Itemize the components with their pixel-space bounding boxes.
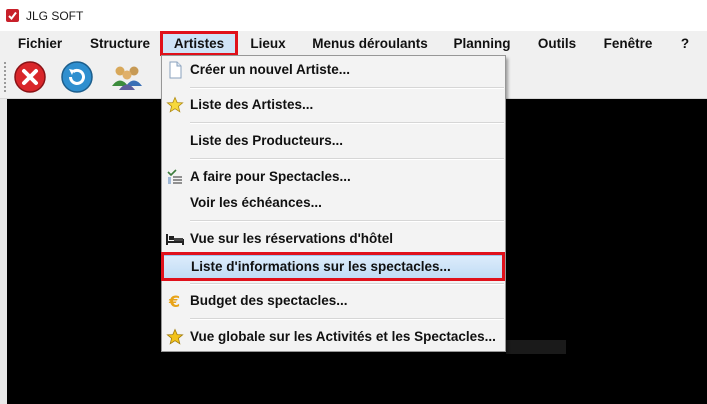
menu-fenetre[interactable]: Fenêtre — [594, 31, 662, 56]
refresh-icon — [61, 61, 93, 93]
euro-icon: € — [166, 292, 184, 311]
close-red-icon — [14, 61, 46, 93]
menu-item-creer-artiste[interactable]: Créer un nouvel Artiste... — [162, 58, 505, 82]
star-icon — [166, 96, 184, 114]
users-icon — [112, 66, 142, 90]
app-icon — [6, 9, 19, 22]
menu-separator — [190, 318, 504, 320]
menu-lieux[interactable]: Lieux — [242, 31, 294, 56]
svg-text:€: € — [168, 292, 180, 310]
menu-item-a-faire-spectacles[interactable]: A faire pour Spectacles... — [162, 165, 505, 189]
menu-fichier[interactable]: Fichier — [8, 31, 72, 56]
menu-item-vue-globale[interactable]: Vue globale sur les Activités et les Spe… — [162, 325, 505, 349]
menu-separator — [190, 283, 504, 285]
menu-outils[interactable]: Outils — [530, 31, 584, 56]
new-document-icon — [166, 61, 184, 79]
menu-structure[interactable]: Structure — [81, 31, 159, 56]
menu-separator — [190, 158, 504, 160]
star-icon — [166, 328, 184, 346]
menu-menus-deroulants[interactable]: Menus déroulants — [305, 31, 435, 56]
window-title: JLG SOFT — [26, 9, 84, 23]
users-button[interactable] — [108, 60, 148, 94]
menu-item-budget-spectacles[interactable]: € Budget des spectacles... — [162, 289, 505, 313]
toolbar-grip[interactable] — [4, 62, 8, 92]
menu-separator — [190, 122, 504, 124]
menu-artistes[interactable]: Artistes — [161, 31, 237, 56]
menu-separator — [190, 220, 504, 222]
menu-separator — [190, 87, 504, 89]
workspace-shadow — [506, 340, 566, 354]
menu-item-reservations-hotel[interactable]: Vue sur les réservations d'hôtel — [162, 227, 505, 251]
menu-item-voir-echeances[interactable]: Voir les échéances... — [162, 191, 505, 215]
menu-item-liste-informations-spectacles[interactable]: Liste d'informations sur les spectacles.… — [162, 255, 505, 279]
menu-help[interactable]: ? — [672, 31, 698, 56]
menu-item-liste-artistes[interactable]: Liste des Artistes... — [162, 93, 505, 117]
bed-icon — [166, 230, 184, 248]
checklist-icon — [166, 168, 184, 186]
workspace-border — [0, 99, 7, 404]
title-bar: JLG SOFT — [0, 0, 707, 31]
menu-planning[interactable]: Planning — [446, 31, 518, 56]
menu-item-liste-producteurs[interactable]: Liste des Producteurs... — [162, 129, 505, 153]
refresh-button[interactable] — [60, 60, 94, 94]
close-button[interactable] — [13, 60, 47, 94]
